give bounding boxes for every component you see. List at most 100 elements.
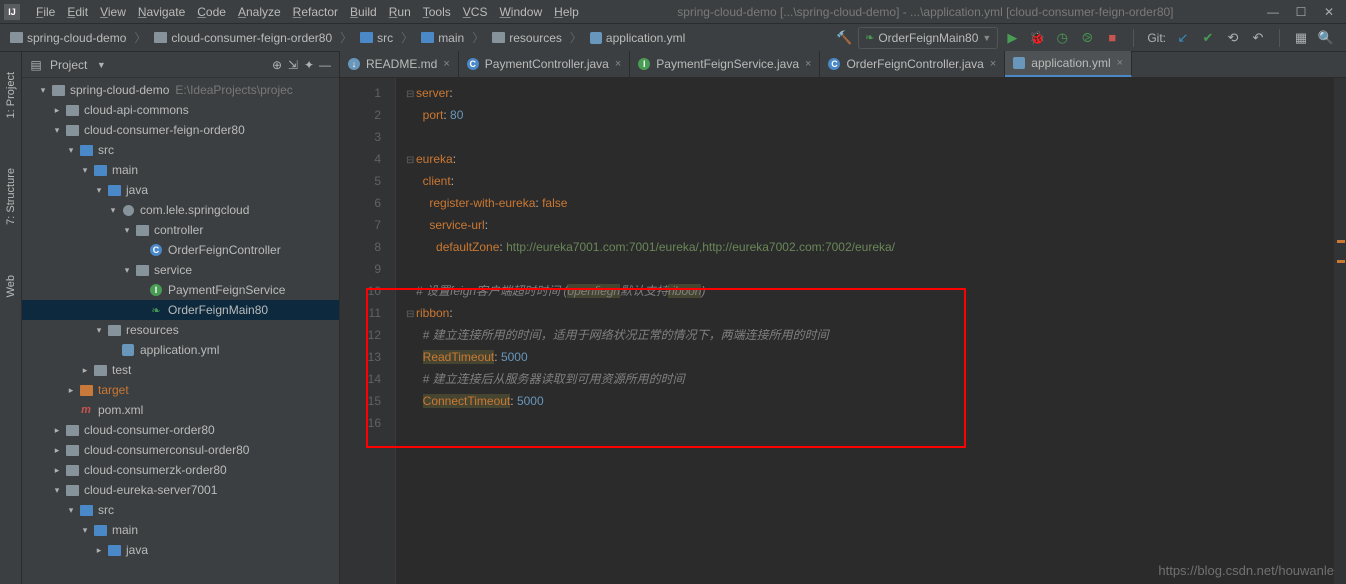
main-area: 1: Project 7: Structure Web ▤ Project ▼ ⊕ … [0, 52, 1346, 584]
project-tree[interactable]: ▾spring-cloud-demoE:\IdeaProjects\projec… [22, 78, 339, 584]
run-config-selector[interactable]: ❧ OrderFeignMain80 ▼ [858, 27, 998, 49]
minimap[interactable] [1334, 78, 1346, 584]
editor-tab[interactable]: application.yml× [1005, 51, 1132, 77]
tree-row[interactable]: ▾service [22, 260, 339, 280]
vcs-update-icon[interactable]: ↙ [1175, 30, 1191, 46]
close-button[interactable]: ✕ [1322, 5, 1336, 19]
profile-button[interactable]: ⧁ [1079, 30, 1095, 46]
line-number: 14 [340, 368, 381, 390]
tree-row[interactable]: ▾java [22, 180, 339, 200]
line-number: 12 [340, 324, 381, 346]
tree-row[interactable]: ▾resources [22, 320, 339, 340]
search-everywhere-icon[interactable]: 🔍 [1318, 30, 1334, 46]
maximize-button[interactable]: ☐ [1294, 5, 1308, 19]
git-label: Git: [1147, 30, 1166, 46]
close-tab-icon[interactable]: × [1117, 57, 1123, 69]
menu-edit[interactable]: Edit [61, 5, 94, 19]
close-tab-icon[interactable]: × [990, 58, 996, 70]
menu-file[interactable]: File [30, 5, 61, 19]
menu-run[interactable]: Run [383, 5, 417, 19]
tree-row[interactable]: ▸cloud-consumer-order80 [22, 420, 339, 440]
tree-row[interactable]: ▾com.lele.springcloud [22, 200, 339, 220]
tree-row[interactable]: IPaymentFeignService [22, 280, 339, 300]
editor-tab[interactable]: COrderFeignController.java× [820, 51, 1005, 77]
gutter: 12345678910111213141516 [340, 78, 396, 584]
tree-row[interactable]: ▸test [22, 360, 339, 380]
tool-window-button[interactable]: 7: Structure [5, 168, 17, 225]
tree-row[interactable]: application.yml [22, 340, 339, 360]
tree-row[interactable]: ▾cloud-eureka-server7001 [22, 480, 339, 500]
project-panel-header: ▤ Project ▼ ⊕ ⇲ ✦ — [22, 52, 339, 78]
menu-build[interactable]: Build [344, 5, 383, 19]
code-line: # 设置feign客户端超时时间 (openfiegn默认支持riboon) [406, 280, 1346, 302]
run-button[interactable]: ▶ [1004, 30, 1020, 46]
close-tab-icon[interactable]: × [805, 58, 811, 70]
tree-row[interactable]: ▾controller [22, 220, 339, 240]
tree-row[interactable]: ❧OrderFeignMain80 [22, 300, 339, 320]
tree-row[interactable]: ▸cloud-api-commons [22, 100, 339, 120]
breadcrumb-segment[interactable]: application.yml [586, 29, 689, 47]
line-number: 1 [340, 82, 381, 104]
editor-tab[interactable]: IPaymentFeignService.java× [630, 51, 820, 77]
menu-refactor[interactable]: Refactor [287, 5, 344, 19]
line-number: 15 [340, 390, 381, 412]
hammer-icon[interactable]: 🔨 [836, 30, 852, 46]
tree-row[interactable]: ▾src [22, 140, 339, 160]
breadcrumb-separator: 〉 [470, 29, 486, 46]
coverage-button[interactable]: ◷ [1054, 30, 1070, 46]
close-tab-icon[interactable]: × [443, 58, 449, 70]
gear-icon[interactable]: ✦ [301, 58, 317, 72]
editor-tab[interactable]: CPaymentController.java× [459, 51, 631, 77]
menu-window[interactable]: Window [493, 5, 548, 19]
menu-code[interactable]: Code [191, 5, 232, 19]
code-line: ⊟server: [406, 82, 1346, 104]
tree-row[interactable]: ▾cloud-consumer-feign-order80 [22, 120, 339, 140]
menu-tools[interactable]: Tools [417, 5, 457, 19]
watermark: https://blog.csdn.net/houwanle [1158, 563, 1334, 578]
navigation-bar: spring-cloud-demo〉cloud-consumer-feign-o… [0, 24, 1346, 52]
code-line [406, 126, 1346, 148]
minimize-button[interactable]: — [1266, 5, 1280, 19]
tool-window-button[interactable]: Web [5, 275, 17, 297]
vcs-revert-icon[interactable]: ↶ [1250, 30, 1266, 46]
chevron-down-icon[interactable]: ▼ [93, 60, 109, 70]
breadcrumb-segment[interactable]: src [356, 29, 397, 47]
breadcrumb-segment[interactable]: resources [488, 29, 566, 47]
menu-navigate[interactable]: Navigate [132, 5, 191, 19]
tool-window-button[interactable]: 1: Project [5, 72, 17, 118]
menu-analyze[interactable]: Analyze [232, 5, 287, 19]
tree-row[interactable]: ▾main [22, 520, 339, 540]
menu-bar: IJ FileEditViewNavigateCodeAnalyzeRefact… [0, 0, 1346, 24]
vcs-commit-icon[interactable]: ✔ [1200, 30, 1216, 46]
tree-row[interactable]: ▸target [22, 380, 339, 400]
menu-view[interactable]: View [94, 5, 132, 19]
vcs-history-icon[interactable]: ⟲ [1225, 30, 1241, 46]
tree-row[interactable]: mpom.xml [22, 400, 339, 420]
divider [1279, 29, 1280, 47]
tree-row[interactable]: COrderFeignController [22, 240, 339, 260]
breadcrumb-separator: 〉 [399, 29, 415, 46]
menu-help[interactable]: Help [548, 5, 585, 19]
tree-row[interactable]: ▸cloud-consumerconsul-order80 [22, 440, 339, 460]
locate-icon[interactable]: ⊕ [269, 58, 285, 72]
tree-row[interactable]: ▾main [22, 160, 339, 180]
breadcrumb-segment[interactable]: spring-cloud-demo [6, 29, 130, 47]
tree-row[interactable]: ▸java [22, 540, 339, 560]
breadcrumb-separator: 〉 [132, 29, 148, 46]
debug-button[interactable]: 🐞 [1029, 30, 1045, 46]
close-tab-icon[interactable]: × [615, 58, 621, 70]
expand-icon[interactable]: ⇲ [285, 58, 301, 72]
tree-row[interactable]: ▸cloud-consumerzk-order80 [22, 460, 339, 480]
breadcrumb-segment[interactable]: cloud-consumer-feign-order80 [150, 29, 336, 47]
code-line: register-with-eureka: false [406, 192, 1346, 214]
breadcrumb-segment[interactable]: main [417, 29, 468, 47]
stop-button[interactable]: ■ [1104, 30, 1120, 46]
hide-panel-icon[interactable]: — [317, 58, 333, 72]
tree-row[interactable]: ▾spring-cloud-demoE:\IdeaProjects\projec [22, 80, 339, 100]
tree-row[interactable]: ▾src [22, 500, 339, 520]
editor-tab[interactable]: ↓README.md× [340, 51, 459, 77]
menu-vcs[interactable]: VCS [457, 5, 494, 19]
code-content[interactable]: ⊟server: port: 80 ⊟eureka: client: regis… [396, 78, 1346, 584]
ide-settings-icon[interactable]: ▦ [1293, 30, 1309, 46]
line-number: 16 [340, 412, 381, 434]
